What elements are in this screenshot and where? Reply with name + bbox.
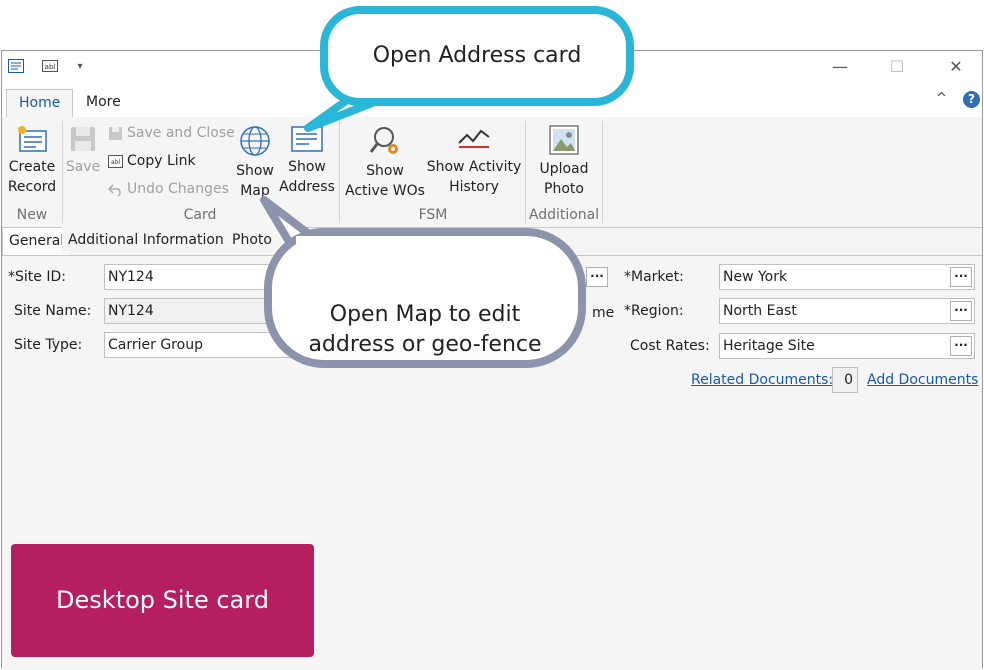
close-button[interactable]: ✕ (946, 57, 966, 77)
save-button[interactable]: Save (64, 125, 102, 177)
partial-field-label: me (592, 305, 615, 321)
site-id-label: *Site ID: (8, 269, 66, 285)
undo-icon (108, 183, 121, 196)
cost-rates-lookup-button[interactable]: ··· (950, 336, 972, 356)
related-documents-link[interactable]: Related Documents: (691, 367, 833, 393)
cost-rates-label: Cost Rates: (630, 338, 710, 354)
qat-dropdown-icon[interactable]: ▾ (70, 57, 90, 77)
related-documents-count: 0 (832, 367, 858, 393)
undo-changes-label: Undo Changes (127, 181, 229, 197)
region-field[interactable]: North East (719, 298, 975, 324)
tab-additional-information[interactable]: Additional Information (62, 227, 230, 254)
desktop-site-card-label: Desktop Site card (11, 544, 314, 657)
tab-general[interactable]: General (2, 227, 72, 255)
map-callout-text: Open Map to edit address or geo-fence (308, 302, 542, 357)
text-field-icon[interactable]: abl (42, 59, 58, 73)
help-icon[interactable]: ? (963, 91, 980, 108)
upload-photo-label: Upload Photo (539, 161, 589, 197)
maximize-button[interactable]: ☐ (887, 57, 907, 77)
copy-link-label: Copy Link (127, 153, 196, 169)
form-icon[interactable] (8, 59, 24, 73)
save-and-close-label: Save and Close (127, 125, 235, 141)
create-record-icon (18, 126, 47, 152)
undo-changes-button[interactable]: Undo Changes (108, 179, 229, 199)
group-label-additional: Additional (528, 207, 600, 223)
site-name-label: Site Name: (14, 303, 92, 319)
cost-rates-field[interactable]: Heritage Site (719, 333, 975, 359)
group-separator (62, 121, 63, 223)
region-label: *Region: (624, 303, 684, 319)
create-record-button[interactable]: Create Record (6, 125, 58, 197)
region-lookup-button[interactable]: ··· (950, 301, 972, 321)
save-close-icon (109, 126, 122, 140)
copy-link-icon: abl (108, 154, 123, 168)
svg-text:abl: abl (111, 159, 120, 166)
copy-link-button[interactable]: abl Copy Link (108, 151, 196, 171)
svg-text:abl: abl (45, 63, 56, 71)
minimize-button[interactable]: — (830, 57, 850, 77)
create-record-label: Create Record (7, 159, 57, 195)
market-field[interactable]: New York (719, 264, 975, 290)
market-lookup-button[interactable]: ··· (950, 267, 972, 287)
tab-more[interactable]: More (74, 89, 133, 116)
save-label: Save (65, 159, 101, 175)
market-label: *Market: (624, 269, 684, 285)
map-callout-seam (296, 236, 322, 260)
globe-icon (240, 126, 270, 156)
middle-lookup-button[interactable]: ··· (586, 267, 608, 287)
collapse-ribbon-icon[interactable]: ^ (936, 91, 947, 106)
address-callout: Open Address card (320, 6, 634, 106)
site-type-label: Site Type: (14, 337, 83, 353)
address-callout-text: Open Address card (372, 43, 582, 68)
tab-home[interactable]: Home (6, 89, 74, 119)
group-label-fsm: FSM (418, 207, 448, 223)
show-activity-history-label: Show Activity History (426, 159, 522, 195)
save-and-close-button[interactable]: Save and Close (108, 123, 235, 143)
desktop-site-card-text: Desktop Site card (56, 586, 269, 614)
group-label-new: New (16, 207, 48, 223)
add-documents-link[interactable]: Add Documents (867, 367, 978, 393)
save-icon (71, 127, 95, 151)
